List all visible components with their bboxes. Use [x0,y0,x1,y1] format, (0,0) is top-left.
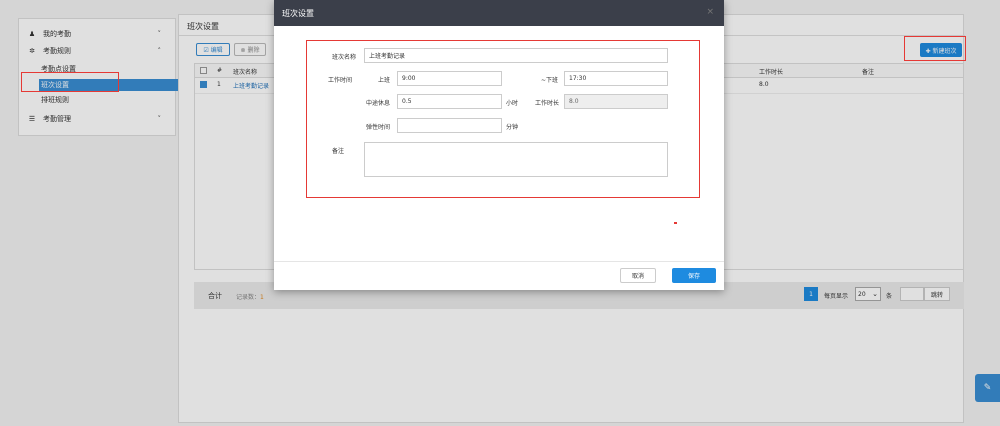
modal-title: 班次设置 [282,9,314,18]
cancel-button[interactable]: 取消 [620,268,656,283]
annotation-box-sidebar [21,72,119,92]
modal-header: 班次设置 × [274,0,724,26]
annotation-dot [674,222,677,224]
divider [274,261,724,262]
save-button[interactable]: 保存 [672,268,716,283]
close-icon[interactable]: × [706,7,714,17]
annotation-box-new-button [904,36,966,61]
annotation-box-form [306,40,700,198]
